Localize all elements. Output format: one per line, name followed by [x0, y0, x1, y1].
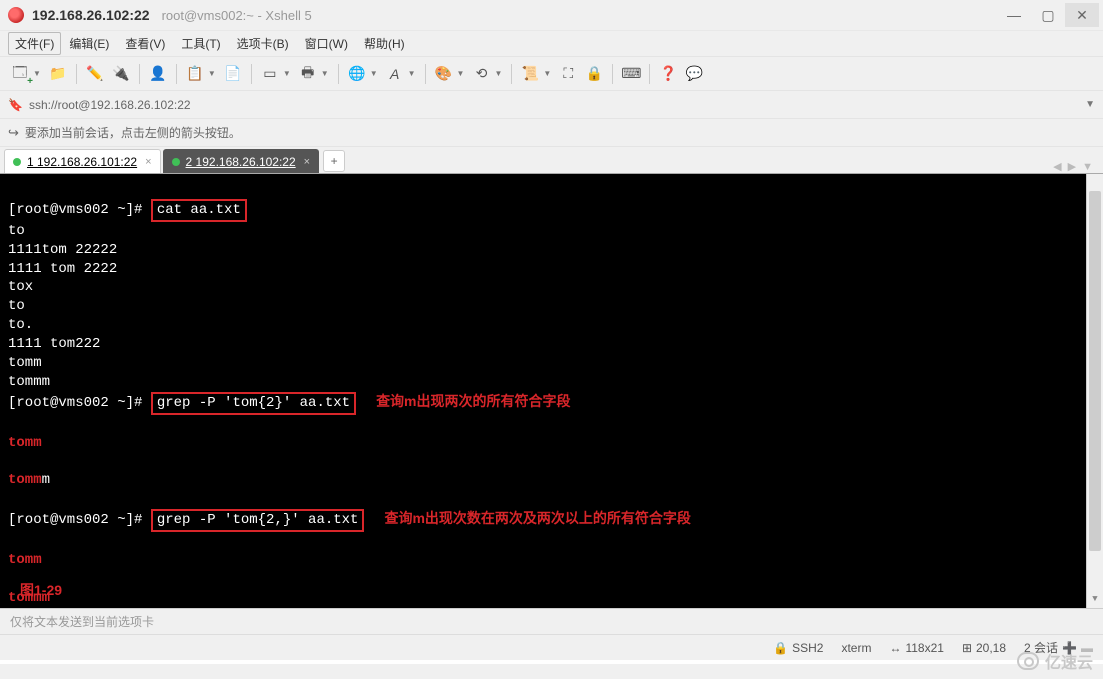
output-line: 1111tom 22222	[8, 242, 117, 258]
figure-label: 图1-29	[20, 581, 62, 600]
menu-tools[interactable]: 工具(T)	[173, 32, 228, 55]
open-folder-icon[interactable]: 📁	[46, 62, 70, 86]
grep-result: tomm	[8, 434, 1095, 453]
status-hint-text: 仅将文本发送到当前选项卡	[10, 613, 154, 630]
window-controls: — ▢ ✕	[997, 3, 1099, 27]
output-line: 1111 tom222	[8, 336, 100, 352]
add-tab-button[interactable]: +	[323, 150, 345, 172]
new-session-icon[interactable]: 🗔+	[8, 62, 32, 86]
fullscreen-icon[interactable]: ⛶	[556, 62, 580, 86]
scroll-thumb[interactable]	[1089, 191, 1101, 551]
title-rest: root@vms002:~ - Xshell 5	[162, 8, 312, 23]
highlighted-command: cat aa.txt	[151, 199, 247, 222]
tab-bar: 1 192.168.26.101:22 × 2 192.168.26.102:2…	[0, 146, 1103, 174]
hint-text: 要添加当前会话，点击左侧的箭头按钮。	[25, 124, 241, 141]
menu-edit[interactable]: 编辑(E)	[61, 32, 117, 55]
status-proto: 🔒SSH2	[773, 641, 823, 655]
grep-result: tomm	[8, 551, 1095, 570]
close-button[interactable]: ✕	[1065, 3, 1099, 27]
toolbar: 🗔+▼ 📁 ✏️ 🔌 👤 📋▼ 📄 ▭▼ 🖶▼ 🌐▼ A▼ 🎨▼ ⟲▼ 📜▼ ⛶…	[0, 56, 1103, 90]
scroll-down-icon[interactable]: ▼	[1087, 591, 1103, 608]
grid-icon: ⊞	[962, 641, 972, 655]
address-text[interactable]: ssh://root@192.168.26.102:22	[29, 98, 1085, 112]
terminal-scrollbar[interactable]: ▲ ▼	[1086, 174, 1103, 608]
hint-bar: ↪ 要添加当前会话，点击左侧的箭头按钮。	[0, 118, 1103, 146]
minimize-button[interactable]: —	[997, 3, 1031, 27]
copy-icon[interactable]: 📋	[183, 62, 207, 86]
paste-icon[interactable]: 📄	[221, 62, 245, 86]
output-line: tox	[8, 279, 33, 295]
refresh-icon[interactable]: ⟲	[469, 62, 493, 86]
font-icon[interactable]: A	[383, 62, 407, 86]
terminal[interactable]: [root@vms002 ~]# cat aa.txt to 1111tom 2…	[0, 174, 1103, 608]
prompt: [root@vms002 ~]#	[8, 512, 142, 528]
status-dot-icon	[172, 158, 180, 166]
resize-icon: ↔	[889, 641, 901, 655]
annotation: 查询m出现两次的所有符合字段	[376, 392, 570, 411]
address-dropdown-icon[interactable]: ▼	[1085, 99, 1095, 110]
annotation: 查询m出现次数在两次及两次以上的所有符合字段	[384, 509, 690, 528]
tab-menu-icon[interactable]: ▼	[1082, 161, 1093, 173]
app-icon	[8, 7, 24, 23]
help-icon[interactable]: ❓	[656, 62, 680, 86]
find-icon[interactable]: ▭	[258, 62, 282, 86]
watermark: 亿速云	[1017, 649, 1093, 673]
prompt: [root@vms002 ~]#	[8, 202, 142, 218]
hint-arrow-icon[interactable]: ↪	[8, 125, 19, 141]
tab-label: 1 192.168.26.101:22	[27, 155, 137, 169]
address-bar: 🔖 ssh://root@192.168.26.102:22 ▼	[0, 90, 1103, 118]
output-line: to.	[8, 317, 33, 333]
bookmark-icon[interactable]: 🔖	[8, 98, 23, 112]
tab-close-icon[interactable]: ×	[304, 156, 310, 168]
status-term: xterm	[841, 641, 871, 655]
tab-label: 2 192.168.26.102:22	[186, 155, 296, 169]
menu-view[interactable]: 查看(V)	[117, 32, 173, 55]
disconnect-icon[interactable]: 🔌	[109, 62, 133, 86]
menu-help[interactable]: 帮助(H)	[356, 32, 413, 55]
status-bar: 🔒SSH2 xterm ↔118x21 ⊞20,18 2 会话 ➕ ▬	[0, 634, 1103, 664]
status-dot-icon	[13, 158, 21, 166]
titlebar: 192.168.26.102:22 root@vms002:~ - Xshell…	[0, 0, 1103, 30]
lock-small-icon: 🔒	[773, 641, 788, 655]
menu-tabs[interactable]: 选项卡(B)	[229, 32, 297, 55]
output-line: to	[8, 298, 25, 314]
tab-close-icon[interactable]: ×	[145, 156, 151, 168]
output-line: to	[8, 223, 25, 239]
status-hint: 仅将文本发送到当前选项卡	[0, 608, 1103, 634]
tab-prev-icon[interactable]: ◀	[1053, 160, 1061, 173]
palette-icon[interactable]: 🎨	[432, 62, 456, 86]
menubar: 文件(F) 编辑(E) 查看(V) 工具(T) 选项卡(B) 窗口(W) 帮助(…	[0, 30, 1103, 56]
lock-icon[interactable]: 🔒	[582, 62, 606, 86]
output-line: tommm	[8, 374, 50, 390]
print-icon[interactable]: 🖶	[296, 62, 320, 86]
keyboard-icon[interactable]: ⌨	[619, 62, 643, 86]
menu-window[interactable]: 窗口(W)	[297, 32, 356, 55]
maximize-button[interactable]: ▢	[1031, 3, 1065, 27]
tab-nav: ◀ ▶ ▼	[1053, 160, 1093, 173]
cloud-icon	[1017, 652, 1039, 670]
title-ip: 192.168.26.102:22	[32, 7, 150, 23]
output-line: 1111 tom 2222	[8, 261, 117, 277]
session-tab-2[interactable]: 2 192.168.26.102:22 ×	[163, 149, 320, 173]
globe-icon[interactable]: 🌐	[345, 62, 369, 86]
grep-result: tommm	[8, 589, 1095, 608]
status-pos: ⊞20,18	[962, 641, 1006, 655]
grep-result: tommm	[8, 471, 1095, 490]
highlighted-command: grep -P 'tom{2,}' aa.txt	[151, 509, 365, 532]
output-line: tomm	[8, 355, 42, 371]
highlighted-command: grep -P 'tom{2}' aa.txt	[151, 392, 356, 415]
session-tab-1[interactable]: 1 192.168.26.101:22 ×	[4, 149, 161, 173]
menu-file[interactable]: 文件(F)	[8, 32, 61, 55]
script-icon[interactable]: 📜	[518, 62, 542, 86]
prompt: [root@vms002 ~]#	[8, 395, 142, 411]
tab-next-icon[interactable]: ▶	[1068, 160, 1076, 173]
profile-icon[interactable]: 👤	[146, 62, 170, 86]
reconnect-icon[interactable]: ✏️	[83, 62, 107, 86]
chat-icon[interactable]: 💬	[682, 62, 706, 86]
status-size: ↔118x21	[889, 641, 943, 655]
